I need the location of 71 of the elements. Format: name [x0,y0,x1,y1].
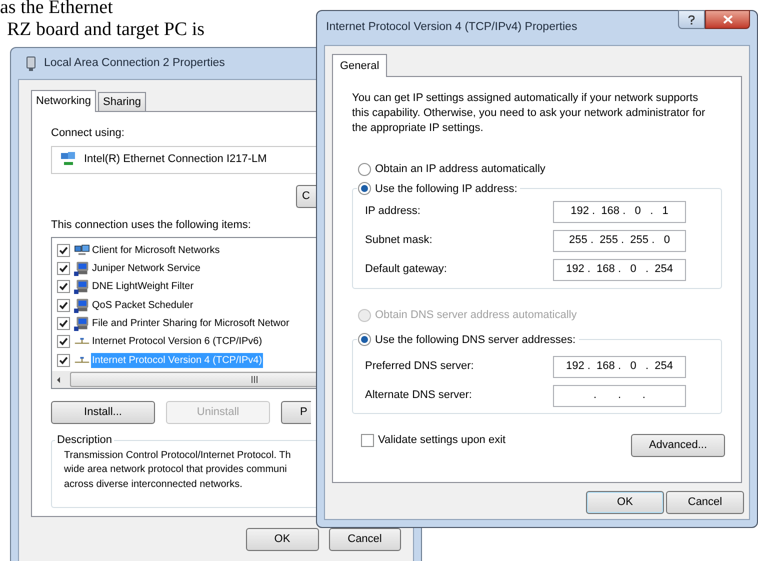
checkbox-label: Validate settings upon exit [378,433,506,448]
checkbox[interactable] [57,298,70,312]
checkbox[interactable] [57,335,70,348]
computer-icon [74,260,90,276]
list-item[interactable]: QoS Packet Scheduler [91,298,194,313]
radio-button[interactable] [358,162,371,176]
list-item[interactable]: File and Printer Sharing for Microsoft Networ [91,316,290,331]
document-text: RZ board and target PC is [7,19,205,41]
tab[interactable]: Sharing [98,92,146,111]
radio-label: Obtain an IP address automatically [375,162,546,177]
close-icon [722,15,732,24]
intro-text: You can get IP settings assigned automatically if your network supports this capability. Otherwise, you need to ask your network administrator for the appropriate IP settings. [352,91,706,136]
ip-address-field[interactable]: 192 . 168 . 0 . 254 [553,356,686,378]
help-button[interactable] [678,10,705,29]
ip-address-field[interactable]: 255 . 255 . 255 . 0 [553,230,686,252]
close-button[interactable] [705,10,750,29]
field-label: Alternate DNS server: [365,388,473,404]
action-button[interactable]: P [281,401,311,424]
checkbox[interactable] [361,434,374,447]
ip-address-field[interactable]: . . . [553,384,686,406]
advanced-button[interactable]: Advanced... [631,434,725,457]
checkbox[interactable] [57,280,70,294]
checkbox[interactable] [57,354,70,367]
dialog-button[interactable]: Cancel [666,491,744,514]
radio-label: Obtain DNS server address automatically [375,308,577,323]
description-text: Transmission Control Protocol/Internet Protocol. Th [64,448,291,462]
computer-icon [74,279,90,294]
network-protocol-icon [74,337,90,346]
window-title: Local Area Connection 2 Properties [44,56,225,71]
radio-label: Use the following DNS server addresses: [375,332,576,348]
field-label: Preferred DNS server: [365,359,475,374]
computer-icon [74,316,90,331]
tab[interactable]: General [332,54,388,77]
radio-button[interactable] [358,182,371,196]
help-icon [688,14,695,24]
list-item[interactable]: Internet Protocol Version 6 (TCP/IPv6) [91,334,264,350]
configure-button[interactable]: C [296,184,317,208]
dialog-button[interactable]: OK [586,491,664,514]
horizontal-scrollbar[interactable] [52,371,317,388]
checkbox[interactable] [57,262,70,275]
adapter-field: Intel(R) Ethernet Connection I217-LM [51,146,317,174]
checkbox[interactable] [57,244,70,257]
list-item[interactable]: Juniper Network Service [91,260,202,276]
field-label: Subnet mask: [365,233,434,248]
network-adapter-icon [26,56,36,72]
ip-address-field[interactable]: 192 . 168 . 0 . 254 [553,258,686,280]
network-computers-icon [74,244,90,257]
document-text: as the Ethernet [0,0,113,19]
section-label: Connect using: [51,126,124,141]
list-item[interactable]: DNE LightWeight Filter [91,279,195,294]
network-protocol-icon [74,356,90,365]
radio-label: Use the following IP address: [375,182,518,196]
ip-address-field[interactable]: 192 . 168 . 0 . 1 [553,200,686,222]
window-title: Internet Protocol Version 4 (TCP/IPv4) Properties [326,20,578,36]
dialog-button[interactable]: OK [246,528,318,551]
dialog-button[interactable]: Cancel [328,528,401,551]
scrollbar-thumb[interactable] [70,372,317,388]
list-item[interactable]: Client for Microsoft Networks [91,242,221,258]
field-label: IP address: [365,204,422,220]
description-text: wide area network protocol that provides communi [64,463,287,477]
network-adapter-icon [60,152,76,167]
group-title: Description [56,433,114,448]
action-button[interactable]: Install... [51,401,155,424]
radio-button[interactable] [358,333,371,346]
section-label: This connection uses the following items: [51,218,251,232]
description-text: across diverse interconnected networks. [64,478,242,492]
grip-icon [251,376,258,384]
computer-icon [74,298,90,313]
field-label: Default gateway: [365,262,448,278]
tab[interactable]: Networking [31,90,96,112]
checkbox[interactable] [57,316,70,330]
